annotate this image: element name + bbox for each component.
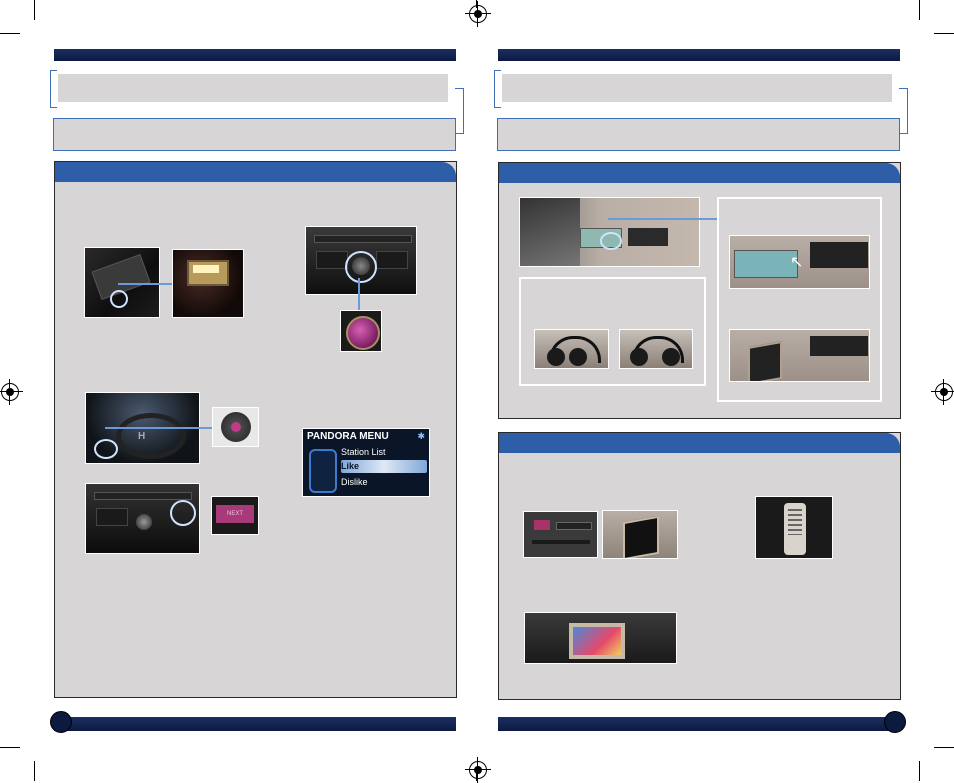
connector-line [105,427,212,429]
crop-mark [0,747,20,748]
highlight-circle [600,232,622,250]
bracket [50,70,57,108]
monitor-open-photo [729,329,870,382]
headphones-photo-1 [534,329,609,369]
crop-mark [34,761,35,781]
next-button-closeup-photo: NEXT [211,496,259,535]
registration-mark [465,1,491,27]
top-bar [54,49,456,61]
connector-line [118,283,172,285]
bracket [899,88,908,134]
highlight-circle [110,290,128,308]
pandora-display: PANDORA MENU ✱ Station List Like Dislike [302,428,430,497]
connector-line [608,218,718,220]
highlight-circle [345,251,377,283]
registration-mark [931,379,954,405]
section-title-box [502,74,892,102]
crop-mark [934,747,954,748]
headphones-photo-2 [619,329,693,369]
highlight-circle [170,500,196,526]
console-closeup-photo: ↖ [729,235,870,289]
section-subtitle-box [497,118,900,151]
crop-mark [934,33,954,34]
crop-mark [919,761,920,781]
ceiling-console-photo [519,197,700,267]
ceiling-monitor-photo [602,510,678,559]
crop-mark [34,0,35,20]
panel-header [499,163,900,183]
usb-closeup-photo [172,249,244,318]
registration-mark [0,379,23,405]
pandora-menu-title: PANDORA MENU [307,431,389,442]
section-subtitle-box [53,118,456,151]
page-number-dot [50,711,72,733]
audio-unit-photo [305,226,417,295]
next-button-label: NEXT [216,505,254,523]
top-bar [498,49,900,61]
bottom-bar [54,717,456,731]
dvd-player-photo [523,511,598,558]
bluetooth-icon: ✱ [417,431,425,441]
audio-unit-photo-2 [85,483,200,554]
bracket [455,88,464,134]
section-title-box [58,74,448,102]
panel-header [499,433,900,453]
menu-item-dislike: Dislike [341,477,368,487]
steering-button-closeup-photo [212,407,259,447]
crop-mark [919,0,920,20]
menu-item-station-list: Station List [341,447,386,457]
bracket [494,70,501,108]
crop-mark [0,33,20,34]
panel-header [55,162,456,182]
monitor-playback-photo [524,612,677,664]
arrow-pointer-icon: ↖ [790,254,804,271]
page-number-dot [884,711,906,733]
knob-closeup-photo [340,310,382,352]
menu-item-like: Like [341,461,360,471]
registration-mark [465,757,491,783]
bottom-bar [498,717,900,731]
remote-control-photo [755,496,833,559]
highlight-circle [94,439,118,459]
connector-line [358,278,360,312]
